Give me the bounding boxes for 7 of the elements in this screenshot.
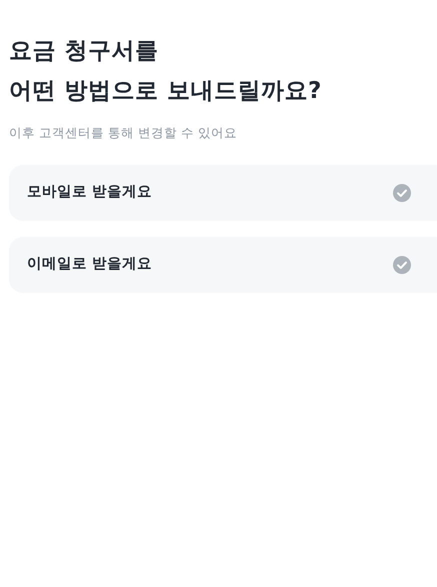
option-card[interactable]: 모바일로 받을게요 [9, 164, 437, 221]
check-icon [393, 256, 411, 274]
check-icon [393, 184, 411, 202]
option-card[interactable]: 이메일로 받을게요 [9, 236, 437, 293]
title-line: 요금 청구서를 [9, 37, 160, 66]
subtitle: 이후 고객센터를 통해 변경할 수 있어요 [9, 124, 238, 142]
title-line: 어떤 방법으로 보내드릴까요? [9, 77, 323, 106]
